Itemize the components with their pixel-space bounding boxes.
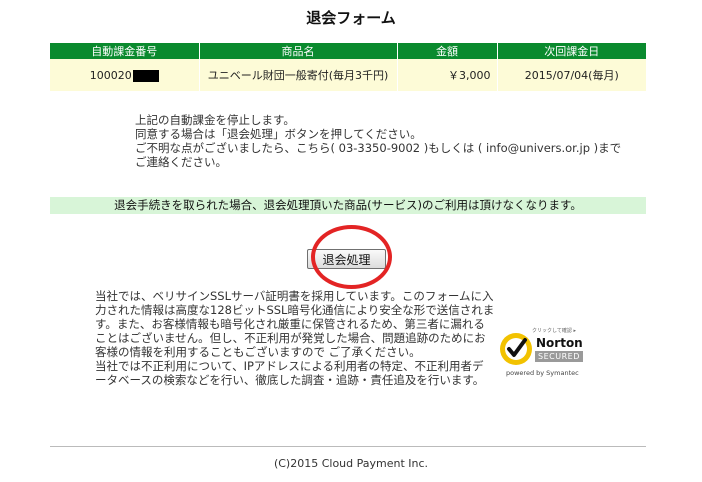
notice-line-2: 同意する場合は「退会処理」ボタンを押してください。 — [135, 127, 422, 141]
norton-secured-seal[interactable]: クリックして確認 ▸ Norton SECURED powered by Sym… — [498, 327, 598, 381]
header-product-name: 商品名 — [198, 43, 397, 59]
table-header-row: 自動課金番号 商品名 金額 次回課金日 — [50, 43, 646, 59]
header-next-billing-date: 次回課金日 — [496, 43, 646, 59]
seal-brand: Norton — [536, 336, 583, 350]
billing-number-text: 100020 — [89, 68, 132, 82]
ssl-paragraph-2: 当社では不正利用について、IPアドレスによる利用者の特定、不正利用者データベース… — [95, 359, 485, 387]
seal-secured: SECURED — [535, 351, 583, 362]
norton-check-icon — [500, 333, 532, 365]
header-billing-number: 自動課金番号 — [50, 43, 199, 59]
cell-billing-number: 100020 — [50, 59, 199, 91]
withdraw-button[interactable]: 退会処理 — [307, 249, 386, 269]
notice-text: 上記の自動課金を停止します。 同意する場合は「退会処理」ボタンを押してください。… — [135, 113, 625, 169]
page-title: 退会フォーム — [306, 9, 396, 27]
warning-banner: 退会手続きを取られた場合、退会処理頂いた商品(サービス)のご利用は頂けなくなりま… — [50, 197, 646, 214]
cell-product-name: ユニベール財団一般寄付(毎月3千円) — [198, 59, 397, 91]
cell-next-billing-date: 2015/07/04(毎月) — [496, 59, 646, 91]
seal-powered-by: powered by Symantec — [506, 369, 579, 377]
footer-copyright: (C)2015 Cloud Payment Inc. — [273, 457, 429, 470]
header-amount: 金額 — [396, 43, 497, 59]
notice-line-1: 上記の自動課金を停止します。 — [135, 113, 295, 127]
ssl-info: 当社では、ベリサインSSLサーバ証明書を採用しています。このフォームに入力された… — [95, 289, 495, 387]
redaction-block — [132, 69, 159, 82]
seal-small-text: クリックして確認 ▸ — [532, 328, 576, 334]
footer-divider — [50, 446, 646, 447]
ssl-paragraph-1: 当社では、ベリサインSSLサーバ証明書を採用しています。このフォームに入力された… — [95, 289, 495, 359]
notice-line-3: ご不明な点がございましたら、こちら( 03-3350-9002 )もしくは ( … — [135, 141, 622, 169]
table-row: 100020 ユニベール財団一般寄付(毎月3千円) ￥3,000 2015/07… — [50, 59, 646, 91]
billing-table: 自動課金番号 商品名 金額 次回課金日 100020 ユニベール財団一般寄付(毎… — [50, 43, 646, 91]
cell-amount: ￥3,000 — [396, 59, 497, 91]
